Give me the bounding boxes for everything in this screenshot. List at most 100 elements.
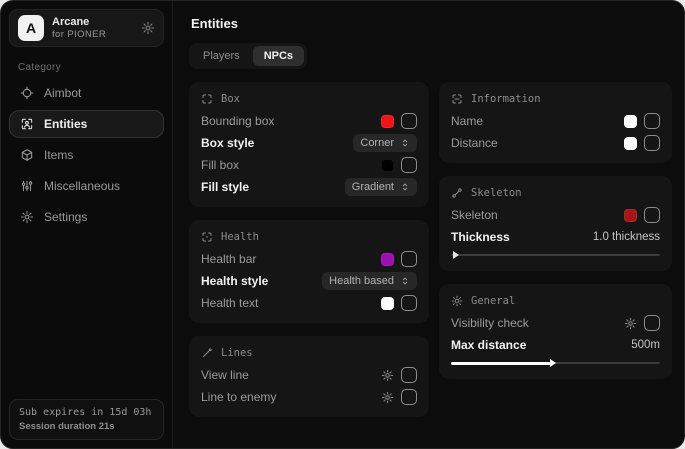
health-text-row: Health text — [201, 292, 417, 314]
gear-icon[interactable] — [141, 21, 155, 35]
app-subtitle: for PIONER — [52, 29, 106, 40]
sidebar-item-entities[interactable]: Entities — [9, 110, 164, 138]
logo-card: A Arcane for PIONER — [9, 9, 164, 47]
gear-icon[interactable] — [381, 391, 394, 404]
select-value: Gradient — [352, 181, 394, 193]
chevron-up-down-icon — [400, 138, 410, 148]
health-text-checkbox[interactable] — [401, 295, 417, 311]
bounding-box-row: Bounding box — [201, 110, 417, 132]
sidebar-item-settings[interactable]: Settings — [9, 203, 164, 231]
max-distance-value: 500m — [631, 339, 660, 351]
card-title: General — [471, 295, 515, 307]
chevron-up-down-icon — [400, 182, 410, 192]
box-style-select[interactable]: Corner — [353, 134, 417, 152]
card-title: Lines — [221, 347, 253, 359]
crosshair-icon — [20, 86, 34, 100]
name-checkbox[interactable] — [644, 113, 660, 129]
row-label: Line to enemy — [201, 390, 276, 404]
sidebar-item-miscellaneous[interactable]: Miscellaneous — [9, 172, 164, 200]
row-label: Health text — [201, 296, 258, 310]
color-swatch[interactable] — [624, 209, 637, 222]
bounding-box-checkbox[interactable] — [401, 113, 417, 129]
app-title: Arcane — [52, 16, 106, 29]
health-bar-row: Health bar — [201, 248, 417, 270]
line-to-enemy-checkbox[interactable] — [401, 389, 417, 405]
fill-style-row: Fill style Gradient — [201, 176, 417, 198]
box-style-row: Box style Corner — [201, 132, 417, 154]
box-corners-icon — [201, 93, 213, 105]
sidebar-item-label: Aimbot — [44, 86, 81, 100]
fill-box-checkbox[interactable] — [401, 157, 417, 173]
card-title: Health — [221, 231, 259, 243]
select-value: Health based — [329, 275, 394, 287]
row-label: Box style — [201, 136, 254, 150]
select-value: Corner — [360, 137, 394, 149]
card-title: Information — [471, 93, 541, 105]
app-logo: A — [18, 15, 44, 41]
visibility-check-row: Visibility check — [451, 312, 660, 334]
information-card: Information Name Distance — [439, 82, 672, 163]
sidebar-item-label: Items — [44, 148, 73, 162]
slider-fill[interactable] — [451, 362, 551, 365]
sidebar-item-aimbot[interactable]: Aimbot — [9, 79, 164, 107]
health-style-select[interactable]: Health based — [322, 272, 417, 290]
max-distance-row: Max distance 500m — [451, 334, 660, 356]
scan-person-icon — [20, 117, 34, 131]
skeleton-checkbox[interactable] — [644, 207, 660, 223]
row-label: Name — [451, 114, 483, 128]
sun-icon — [451, 295, 463, 307]
color-swatch[interactable] — [381, 253, 394, 266]
health-style-row: Health style Health based — [201, 270, 417, 292]
sidebar-item-label: Entities — [44, 117, 87, 131]
row-label: Bounding box — [201, 114, 274, 128]
box-card: Box Bounding box Box style Corner — [189, 82, 429, 207]
tab-group: Players NPCs — [189, 43, 307, 69]
slider-track — [451, 254, 660, 256]
max-distance-slider[interactable] — [451, 358, 660, 368]
thickness-slider[interactable] — [451, 250, 660, 260]
color-swatch[interactable] — [381, 159, 394, 172]
color-swatch[interactable] — [381, 115, 394, 128]
health-bar-checkbox[interactable] — [401, 251, 417, 267]
gear-icon — [20, 210, 34, 224]
tab-npcs[interactable]: NPCs — [253, 46, 304, 66]
view-line-checkbox[interactable] — [401, 367, 417, 383]
color-swatch[interactable] — [624, 115, 637, 128]
tab-players[interactable]: Players — [192, 46, 251, 66]
skeleton-row: Skeleton — [451, 204, 660, 226]
row-label: Max distance — [451, 338, 526, 352]
package-icon — [20, 148, 34, 162]
distance-row: Distance — [451, 132, 660, 154]
chevron-up-down-icon — [400, 276, 410, 286]
distance-checkbox[interactable] — [644, 135, 660, 151]
row-label: Distance — [451, 136, 498, 150]
thickness-row: Thickness 1.0 thickness — [451, 226, 660, 248]
row-label: View line — [201, 368, 249, 382]
category-label: Category — [18, 62, 164, 73]
row-label: Visibility check — [451, 316, 529, 330]
main-panel: Entities Players NPCs Box Bounding box — [173, 1, 684, 448]
app-window: A Arcane for PIONER Category Aimbot Enti… — [0, 0, 685, 449]
visibility-check-checkbox[interactable] — [644, 315, 660, 331]
slider-handle[interactable] — [453, 251, 459, 259]
fill-style-select[interactable]: Gradient — [345, 178, 417, 196]
page-title: Entities — [191, 16, 672, 31]
sidebar-item-items[interactable]: Items — [9, 141, 164, 169]
session-duration-text: Session duration 21s — [19, 421, 154, 432]
gear-icon[interactable] — [624, 317, 637, 330]
row-label: Fill style — [201, 180, 249, 194]
row-label: Skeleton — [451, 208, 498, 222]
card-title: Box — [221, 93, 240, 105]
skeleton-card: Skeleton Skeleton Thickness 1.0 thicknes… — [439, 176, 672, 271]
diagonal-line-icon — [201, 347, 213, 359]
color-swatch[interactable] — [381, 297, 394, 310]
sliders-icon — [20, 179, 34, 193]
gear-icon[interactable] — [381, 369, 394, 382]
health-brackets-icon — [201, 231, 213, 243]
sub-expires-text: Sub expires in 15d 03h — [19, 407, 154, 418]
row-label: Fill box — [201, 158, 239, 172]
info-scan-icon — [451, 93, 463, 105]
color-swatch[interactable] — [624, 137, 637, 150]
sidebar-item-label: Settings — [44, 210, 87, 224]
row-label: Thickness — [451, 230, 510, 244]
